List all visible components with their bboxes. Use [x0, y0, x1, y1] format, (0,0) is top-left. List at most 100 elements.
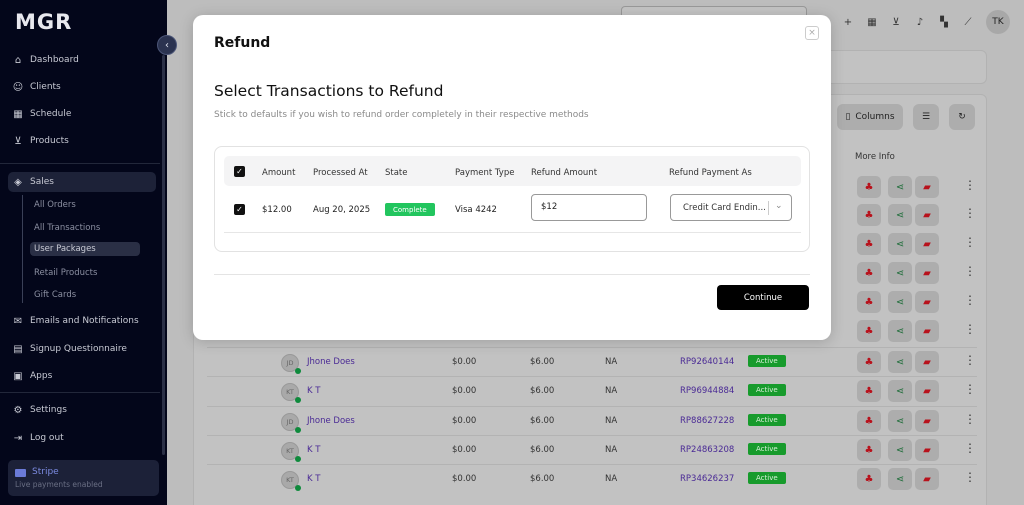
- pdf-icon[interactable]: ▰: [915, 410, 939, 432]
- share-icon[interactable]: ⋖: [888, 320, 912, 342]
- pdf-icon[interactable]: ▰: [915, 233, 939, 255]
- clients-icon[interactable]: ♣: [857, 233, 881, 255]
- sidebar-item-label: Clients: [30, 82, 61, 92]
- pdf-icon[interactable]: ▰: [915, 204, 939, 226]
- user-avatar[interactable]: TK: [986, 10, 1010, 34]
- sidebar-item-logout[interactable]: ⇥ Log out: [8, 428, 156, 448]
- gear-icon: ⚙: [13, 404, 23, 416]
- package-id-link[interactable]: RP34626237: [680, 474, 734, 484]
- clients-icon[interactable]: ♣: [857, 351, 881, 373]
- sidebar-scrollbar[interactable]: [162, 55, 165, 455]
- more-options-icon[interactable]: ⋮: [964, 470, 976, 484]
- sidebar-item-products[interactable]: ⊻ Products: [8, 131, 156, 151]
- add-user-icon[interactable]: +: [836, 17, 860, 28]
- pdf-icon[interactable]: ▰: [915, 380, 939, 402]
- client-name-link[interactable]: K T: [307, 474, 320, 484]
- chart-icon[interactable]: ⟋: [956, 17, 980, 28]
- sidebar-subitem-all-orders[interactable]: All Orders: [30, 198, 80, 212]
- pdf-icon[interactable]: ▰: [915, 320, 939, 342]
- more-options-icon[interactable]: ⋮: [964, 382, 976, 396]
- sidebar-item-label: Products: [30, 136, 69, 146]
- clients-icon[interactable]: ♣: [857, 410, 881, 432]
- share-icon[interactable]: ⋖: [888, 351, 912, 373]
- refund-amount-input[interactable]: $12: [531, 194, 647, 221]
- row-divider: [224, 232, 801, 233]
- pdf-icon[interactable]: ▰: [915, 468, 939, 490]
- client-name-link[interactable]: Jhone Does: [307, 416, 355, 426]
- sidebar-subitem-gift-cards[interactable]: Gift Cards: [30, 288, 80, 302]
- share-icon[interactable]: ⋖: [888, 176, 912, 198]
- online-dot: [295, 485, 301, 491]
- calendar-icon[interactable]: ▦: [860, 17, 884, 28]
- select-all-checkbox[interactable]: ✓: [234, 166, 245, 177]
- sidebar-item-clients[interactable]: ☺ Clients: [8, 77, 156, 97]
- share-icon[interactable]: ⋖: [888, 468, 912, 490]
- grid-icon[interactable]: ▚: [932, 17, 956, 28]
- share-icon[interactable]: ⋖: [888, 439, 912, 461]
- more-options-icon[interactable]: ⋮: [964, 264, 976, 278]
- refresh-button[interactable]: ↻: [949, 104, 975, 130]
- sidebar-item-emails[interactable]: ✉ Emails and Notifications: [8, 311, 156, 331]
- online-dot: [295, 456, 301, 462]
- share-icon[interactable]: ⋖: [888, 262, 912, 284]
- client-name-link[interactable]: K T: [307, 445, 320, 455]
- list-view-button[interactable]: ☰: [913, 104, 939, 130]
- share-icon[interactable]: ⋖: [888, 233, 912, 255]
- clients-icon[interactable]: ♣: [857, 176, 881, 198]
- sidebar-item-dashboard[interactable]: ⌂ Dashboard: [8, 50, 156, 70]
- pdf-icon[interactable]: ▰: [915, 176, 939, 198]
- online-dot: [295, 368, 301, 374]
- sidebar-subitem-retail-products[interactable]: Retail Products: [30, 266, 101, 280]
- sidebar-subitem-all-transactions[interactable]: All Transactions: [30, 221, 104, 235]
- sidebar: MGR ⌂ Dashboard ☺ Clients ▦ Schedule ⊻ P…: [0, 0, 167, 505]
- sidebar-subitem-user-packages[interactable]: User Packages: [30, 242, 140, 256]
- more-options-icon[interactable]: ⋮: [964, 322, 976, 336]
- more-options-icon[interactable]: ⋮: [964, 206, 976, 220]
- more-options-icon[interactable]: ⋮: [964, 441, 976, 455]
- cell-value: NA: [605, 357, 618, 367]
- package-id-link[interactable]: RP24863208: [680, 445, 734, 455]
- clients-icon[interactable]: ♣: [857, 439, 881, 461]
- clients-icon[interactable]: ♣: [857, 262, 881, 284]
- bell-icon[interactable]: ♪: [908, 17, 932, 28]
- pdf-icon[interactable]: ▰: [915, 351, 939, 373]
- more-options-icon[interactable]: ⋮: [964, 235, 976, 249]
- share-icon[interactable]: ⋖: [888, 204, 912, 226]
- more-options-icon[interactable]: ⋮: [964, 412, 976, 426]
- clients-icon[interactable]: ♣: [857, 468, 881, 490]
- topbar-icons: + ▦ ⊻ ♪ ▚ ⟋ TK: [836, 10, 1024, 34]
- pdf-icon[interactable]: ▰: [915, 439, 939, 461]
- pdf-icon[interactable]: ▰: [915, 291, 939, 313]
- cell-value: $6.00: [530, 445, 555, 455]
- share-icon[interactable]: ⋖: [888, 291, 912, 313]
- pdf-icon[interactable]: ▰: [915, 262, 939, 284]
- clients-icon[interactable]: ♣: [857, 380, 881, 402]
- clients-icon[interactable]: ♣: [857, 204, 881, 226]
- more-options-icon[interactable]: ⋮: [964, 353, 976, 367]
- columns-button[interactable]: ▯ Columns: [837, 104, 903, 130]
- share-icon[interactable]: ⋖: [888, 410, 912, 432]
- continue-button[interactable]: Continue: [717, 285, 809, 310]
- sidebar-item-settings[interactable]: ⚙ Settings: [8, 400, 156, 420]
- close-icon[interactable]: ×: [805, 26, 819, 40]
- apps-icon: ▣: [13, 370, 23, 382]
- client-name-link[interactable]: K T: [307, 386, 320, 396]
- package-id-link[interactable]: RP96944884: [680, 386, 734, 396]
- sidebar-item-apps[interactable]: ▣ Apps: [8, 366, 156, 386]
- sidebar-item-signup-questionnaire[interactable]: ▤ Signup Questionnaire: [8, 339, 156, 359]
- sidebar-item-schedule[interactable]: ▦ Schedule: [8, 104, 156, 124]
- client-name-link[interactable]: Jhone Does: [307, 357, 355, 367]
- cart-icon[interactable]: ⊻: [884, 17, 908, 28]
- more-options-icon[interactable]: ⋮: [964, 178, 976, 192]
- package-id-link[interactable]: RP92640144: [680, 357, 734, 367]
- more-options-icon[interactable]: ⋮: [964, 293, 976, 307]
- stripe-status-card[interactable]: Stripe Live payments enabled: [8, 460, 159, 496]
- sidebar-item-sales[interactable]: ◈ Sales: [8, 172, 156, 192]
- clients-icon[interactable]: ♣: [857, 320, 881, 342]
- sidebar-collapse-button[interactable]: ‹: [157, 35, 177, 55]
- row-checkbox[interactable]: ✓: [234, 204, 245, 215]
- package-id-link[interactable]: RP88627228: [680, 416, 734, 426]
- clients-icon[interactable]: ♣: [857, 291, 881, 313]
- share-icon[interactable]: ⋖: [888, 380, 912, 402]
- refund-method-select[interactable]: Credit Card Endin... ⌄: [670, 194, 792, 221]
